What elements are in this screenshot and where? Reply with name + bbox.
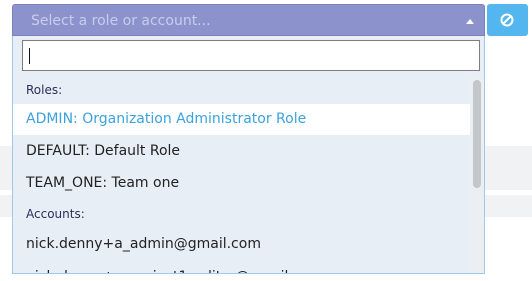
option-account[interactable]: nick.denny+a_admin@gmail.com — [13, 229, 470, 260]
dropdown-search-input[interactable] — [22, 40, 480, 71]
scrollbar-thumb[interactable] — [473, 80, 481, 188]
dropdown-scrollbar[interactable] — [470, 76, 484, 273]
option-account[interactable]: nick.denny+a_project1_editor@gmail.com — [13, 262, 470, 273]
select-placeholder: Select a role or account... — [31, 13, 211, 29]
role-account-select[interactable]: Select a role or account... — [12, 4, 485, 36]
caret-up-icon[interactable] — [466, 19, 474, 24]
group-label-accounts: Accounts: — [26, 207, 85, 221]
clear-button[interactable] — [487, 4, 528, 36]
text-caret — [29, 48, 30, 64]
dropdown-panel: Roles: ADMIN: Organization Administrator… — [12, 36, 485, 274]
group-label-roles: Roles: — [26, 83, 63, 97]
option-admin-role[interactable]: ADMIN: Organization Administrator Role — [13, 104, 470, 135]
option-team-one-role[interactable]: TEAM_ONE: Team one — [13, 168, 470, 199]
clear-circle-icon — [500, 13, 514, 27]
option-default-role[interactable]: DEFAULT: Default Role — [13, 136, 470, 167]
